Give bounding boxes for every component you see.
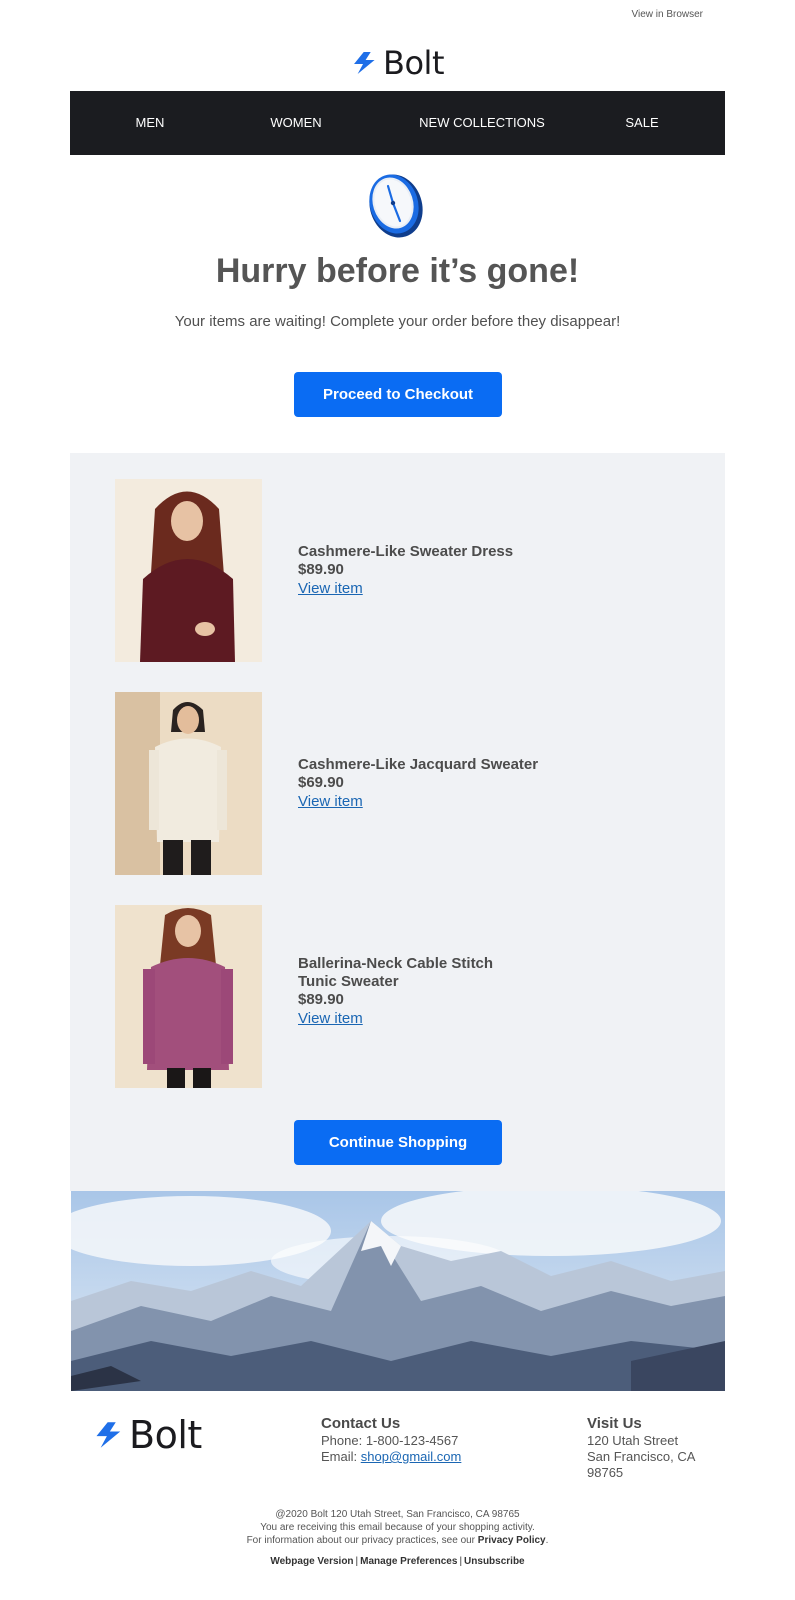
product-image-tunic-sweater[interactable] <box>115 905 262 1088</box>
unsubscribe-link[interactable]: Unsubscribe <box>464 1556 525 1567</box>
hero-title: Hurry before it’s gone! <box>215 252 580 290</box>
footer-brand-logo[interactable]: Bolt <box>93 1413 202 1457</box>
product-image-sweater-dress[interactable] <box>115 479 262 662</box>
legal-line: You are receiving this email because of … <box>260 1522 535 1533</box>
proceed-to-checkout-button[interactable]: Proceed to Checkout <box>294 372 502 417</box>
contact-phone: Phone: 1-800-123-4567 <box>321 1433 459 1448</box>
divider: | <box>459 1556 463 1567</box>
visit-us-section: Visit Us 120 Utah Street San Francisco, … <box>587 1414 727 1481</box>
visit-heading: Visit Us <box>587 1415 642 1432</box>
contact-email-row: Email: shop@gmail.com <box>321 1449 461 1465</box>
brand-name: Bolt <box>383 44 444 82</box>
divider: | <box>355 1556 359 1567</box>
cart-item: Ballerina-Neck Cable Stitch Tunic Sweate… <box>298 955 598 1028</box>
continue-shopping-button[interactable]: Continue Shopping <box>294 1120 502 1165</box>
webpage-version-link[interactable]: Webpage Version <box>270 1556 353 1567</box>
hero-subtitle: Your items are waiting! Complete your or… <box>174 313 621 330</box>
item-name: Cashmere-Like Sweater Dress <box>298 543 514 560</box>
item-name: Cashmere-Like Jacquard Sweater <box>298 756 539 773</box>
address-line: San Francisco, CA <box>587 1449 696 1464</box>
view-in-browser-link[interactable]: View in Browser <box>631 9 703 20</box>
contact-us-section: Contact Us Phone: 1-800-123-4567 Email: … <box>321 1414 461 1465</box>
contact-heading: Contact Us <box>321 1415 401 1432</box>
footer-links: Webpage Version | Manage Preferences | Unsub… <box>0 1556 795 1567</box>
view-item-link[interactable]: View item <box>298 792 363 811</box>
item-name: Ballerina-Neck Cable Stitch Tunic Sweate… <box>298 955 494 990</box>
main-nav: MEN WOMEN NEW COLLECTIONS SALE <box>70 91 725 155</box>
address-line: 120 Utah Street <box>587 1433 679 1448</box>
email-link[interactable]: shop@gmail.com <box>361 1449 462 1464</box>
nav-item-women[interactable]: WOMEN <box>270 91 321 155</box>
item-price: $89.90 <box>298 991 344 1008</box>
privacy-policy-link[interactable]: Privacy Policy <box>478 1535 546 1546</box>
view-item-link[interactable]: View item <box>298 579 363 598</box>
email-label: Email: <box>321 1449 361 1464</box>
legal-text: @2020 Bolt 120 Utah Street, San Francisc… <box>0 1508 795 1547</box>
bolt-icon <box>354 52 375 74</box>
item-price: $69.90 <box>298 774 344 791</box>
privacy-suffix: . <box>545 1535 549 1546</box>
address-line: 98765 <box>587 1465 624 1480</box>
legal-line: @2020 Bolt 120 Utah Street, San Francisc… <box>275 1509 520 1520</box>
nav-item-new-collections[interactable]: NEW COLLECTIONS <box>419 91 545 155</box>
view-item-link[interactable]: View item <box>298 1009 363 1028</box>
privacy-prefix: For information about our privacy practi… <box>246 1535 478 1546</box>
manage-preferences-link[interactable]: Manage Preferences <box>360 1556 457 1567</box>
mountain-banner-image <box>71 1191 725 1391</box>
bolt-icon <box>96 1422 121 1448</box>
brand-logo[interactable]: Bolt <box>0 44 795 82</box>
product-image-jacquard-sweater[interactable] <box>115 692 262 875</box>
item-price: $89.90 <box>298 561 344 578</box>
cart-item: Cashmere-Like Sweater Dress $89.90 View … <box>298 543 598 598</box>
clock-icon <box>369 174 423 238</box>
footer-brand-name: Bolt <box>129 1413 202 1457</box>
nav-item-men[interactable]: MEN <box>136 91 165 155</box>
nav-item-sale[interactable]: SALE <box>625 91 658 155</box>
legal-line: For information about our privacy practi… <box>0 1534 795 1547</box>
cart-item: Cashmere-Like Jacquard Sweater $69.90 Vi… <box>298 756 598 811</box>
